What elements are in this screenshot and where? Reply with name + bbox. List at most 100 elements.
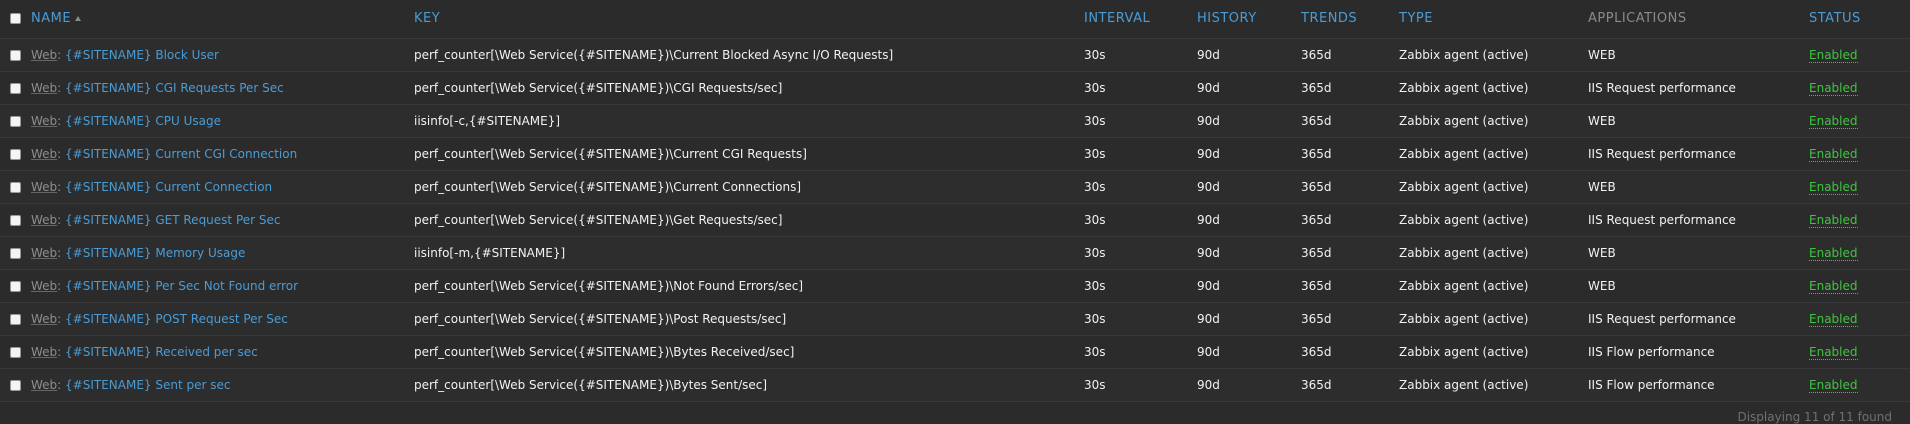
item-name-link[interactable]: {#SITENAME} Current Connection <box>65 180 272 194</box>
row-checkbox[interactable] <box>10 214 21 226</box>
item-application-cell: WEB <box>1588 278 1616 293</box>
item-name-link[interactable]: {#SITENAME} CGI Requests Per Sec <box>65 81 284 95</box>
column-header-key[interactable]: KEY <box>414 0 1084 38</box>
row-checkbox[interactable] <box>10 379 21 391</box>
item-name-cell: Web: {#SITENAME} Per Sec Not Found error <box>31 269 414 302</box>
template-prefix-link[interactable]: Web <box>31 147 57 161</box>
table-row: Web: {#SITENAME} Current CGI Connection … <box>0 137 1910 170</box>
item-type-cell: Zabbix agent (active) <box>1399 47 1529 62</box>
status-enabled-link[interactable]: Enabled <box>1809 311 1858 327</box>
template-prefix-link[interactable]: Web <box>31 81 57 95</box>
template-prefix-link[interactable]: Web <box>31 180 57 194</box>
column-header-interval[interactable]: INTERVAL <box>1084 0 1197 38</box>
row-checkbox[interactable] <box>10 346 21 358</box>
row-checkbox[interactable] <box>10 313 21 325</box>
item-name-link[interactable]: {#SITENAME} Received per sec <box>65 345 258 359</box>
item-application-cell: WEB <box>1588 179 1616 194</box>
item-trends-cell: 365d <box>1301 278 1332 293</box>
item-name-link[interactable]: {#SITENAME} Memory Usage <box>65 246 245 260</box>
item-name-link[interactable]: {#SITENAME} GET Request Per Sec <box>65 213 280 227</box>
table-row: Web: {#SITENAME} POST Request Per Sec pe… <box>0 302 1910 335</box>
status-enabled-link[interactable]: Enabled <box>1809 113 1858 129</box>
sort-ascending-icon <box>75 16 82 22</box>
status-enabled-link[interactable]: Enabled <box>1809 80 1858 96</box>
status-enabled-link[interactable]: Enabled <box>1809 344 1858 360</box>
status-enabled-link[interactable]: Enabled <box>1809 146 1858 162</box>
item-name-link[interactable]: {#SITENAME} POST Request Per Sec <box>65 312 288 326</box>
table-row: Web: {#SITENAME} CPU Usage iisinfo[-c,{#… <box>0 104 1910 137</box>
template-prefix-link[interactable]: Web <box>31 48 57 62</box>
table-body: Web: {#SITENAME} Block User perf_counter… <box>0 38 1910 401</box>
prefix-separator: : <box>57 278 66 293</box>
item-status-cell: Enabled <box>1809 104 1910 137</box>
item-name-cell: Web: {#SITENAME} CGI Requests Per Sec <box>31 71 414 104</box>
row-select-cell <box>0 71 31 104</box>
table-row: Web: {#SITENAME} GET Request Per Sec per… <box>0 203 1910 236</box>
row-select-cell <box>0 203 31 236</box>
row-select-cell <box>0 104 31 137</box>
item-name-link[interactable]: {#SITENAME} CPU Usage <box>65 114 221 128</box>
row-checkbox[interactable] <box>10 115 21 127</box>
item-name-cell: Web: {#SITENAME} GET Request Per Sec <box>31 203 414 236</box>
template-prefix-link[interactable]: Web <box>31 378 57 392</box>
column-header-name[interactable]: NAME <box>31 0 414 38</box>
item-trends-cell: 365d <box>1301 212 1332 227</box>
select-all-checkbox[interactable] <box>10 13 21 25</box>
item-type-cell: Zabbix agent (active) <box>1399 146 1529 161</box>
column-header-applications: APPLICATIONS <box>1588 11 1687 27</box>
item-type-cell: Zabbix agent (active) <box>1399 344 1529 359</box>
row-select-cell <box>0 170 31 203</box>
row-checkbox[interactable] <box>10 280 21 292</box>
item-key-cell: perf_counter[\Web Service({#SITENAME})\C… <box>414 47 894 62</box>
status-enabled-link[interactable]: Enabled <box>1809 245 1858 261</box>
item-history-cell: 90d <box>1197 278 1220 293</box>
column-header-type[interactable]: TYPE <box>1399 0 1588 38</box>
item-history-cell: 90d <box>1197 212 1220 227</box>
status-enabled-link[interactable]: Enabled <box>1809 212 1858 228</box>
prefix-separator: : <box>57 311 66 326</box>
template-prefix-link[interactable]: Web <box>31 279 57 293</box>
status-enabled-link[interactable]: Enabled <box>1809 377 1858 393</box>
item-name-link[interactable]: {#SITENAME} Sent per sec <box>65 378 230 392</box>
template-prefix-link[interactable]: Web <box>31 312 57 326</box>
row-checkbox[interactable] <box>10 49 21 61</box>
item-name-cell: Web: {#SITENAME} Memory Usage <box>31 236 414 269</box>
item-type-cell: Zabbix agent (active) <box>1399 245 1529 260</box>
item-application-cell: IIS Request performance <box>1588 212 1736 227</box>
prefix-separator: : <box>57 245 66 260</box>
column-header-name-label[interactable]: NAME <box>31 11 71 26</box>
item-type-cell: Zabbix agent (active) <box>1399 311 1529 326</box>
template-prefix-link[interactable]: Web <box>31 345 57 359</box>
items-table-container: NAME KEY INTERVAL HISTORY TRENDS TYPE AP… <box>0 0 1910 424</box>
row-checkbox[interactable] <box>10 247 21 259</box>
item-key-cell: perf_counter[\Web Service({#SITENAME})\N… <box>414 278 804 293</box>
item-status-cell: Enabled <box>1809 302 1910 335</box>
prefix-separator: : <box>57 377 66 392</box>
column-header-trends[interactable]: TRENDS <box>1301 0 1399 38</box>
row-checkbox[interactable] <box>10 148 21 160</box>
template-prefix-link[interactable]: Web <box>31 213 57 227</box>
item-trends-cell: 365d <box>1301 344 1332 359</box>
item-status-cell: Enabled <box>1809 71 1910 104</box>
row-select-cell <box>0 368 31 401</box>
item-interval-cell: 30s <box>1084 47 1106 62</box>
prefix-separator: : <box>57 344 66 359</box>
column-header-history[interactable]: HISTORY <box>1197 0 1301 38</box>
status-enabled-link[interactable]: Enabled <box>1809 278 1858 294</box>
item-name-link[interactable]: {#SITENAME} Current CGI Connection <box>65 147 297 161</box>
row-checkbox[interactable] <box>10 82 21 94</box>
item-trends-cell: 365d <box>1301 113 1332 128</box>
status-enabled-link[interactable]: Enabled <box>1809 47 1858 63</box>
column-header-status[interactable]: STATUS <box>1809 0 1910 38</box>
item-name-link[interactable]: {#SITENAME} Block User <box>65 48 219 62</box>
item-interval-cell: 30s <box>1084 80 1106 95</box>
item-name-link[interactable]: {#SITENAME} Per Sec Not Found error <box>65 279 298 293</box>
item-status-cell: Enabled <box>1809 368 1910 401</box>
row-checkbox[interactable] <box>10 181 21 193</box>
prefix-separator: : <box>57 146 66 161</box>
item-name-cell: Web: {#SITENAME} POST Request Per Sec <box>31 302 414 335</box>
template-prefix-link[interactable]: Web <box>31 246 57 260</box>
item-interval-cell: 30s <box>1084 278 1106 293</box>
template-prefix-link[interactable]: Web <box>31 114 57 128</box>
status-enabled-link[interactable]: Enabled <box>1809 179 1858 195</box>
